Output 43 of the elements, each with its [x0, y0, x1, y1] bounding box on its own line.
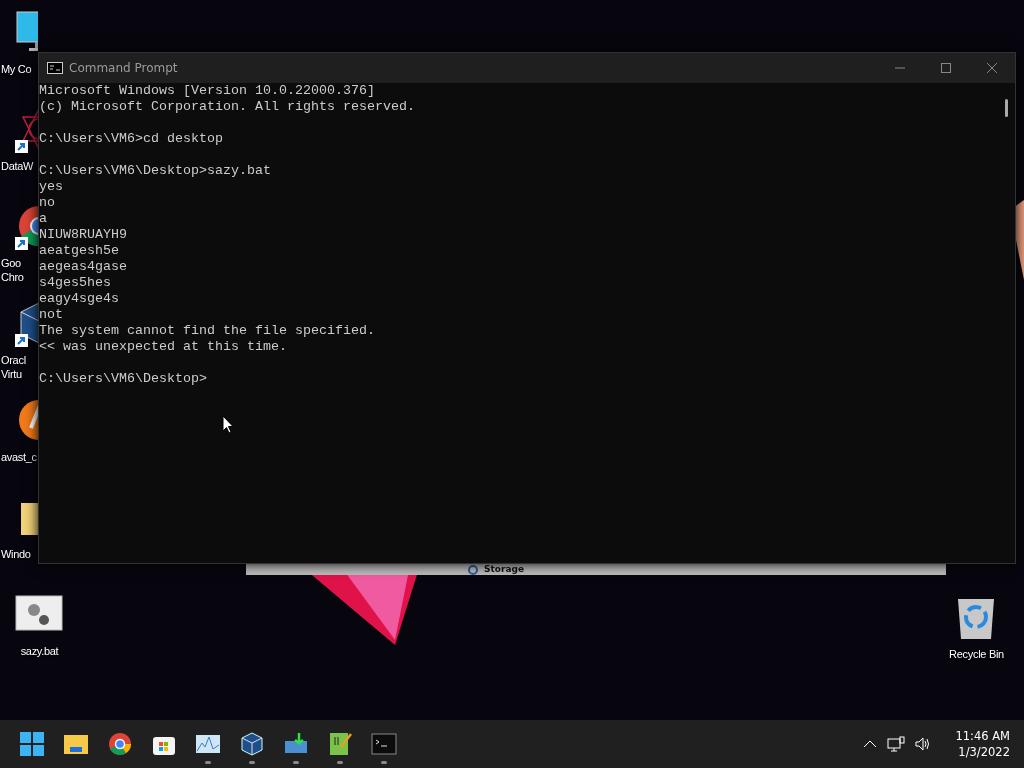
console-line: aeatgesh5e	[39, 243, 120, 259]
console-line: The system cannot find the file specified.	[39, 323, 376, 339]
icon-label: My Co	[0, 62, 32, 76]
icon-label: Chro	[0, 270, 24, 284]
icon-label: Windo	[0, 547, 31, 561]
icon-label: Virtu	[0, 367, 22, 381]
chrome-icon	[107, 731, 133, 757]
cube-icon	[239, 731, 265, 757]
clock-date[interactable]: 1/3/2022	[958, 744, 1010, 760]
console-line: eagy4sge4s	[39, 291, 120, 307]
console-line: C:\Users\VM6>cd desktop	[39, 131, 224, 147]
icon-label: Oracl	[0, 353, 26, 367]
console-line: (c) Microsoft Corporation. All rights reserved.	[39, 99, 416, 115]
console-line: << was unexpected at this time.	[39, 339, 288, 355]
clock-time[interactable]: 11:46 AM	[955, 728, 1010, 744]
icon-label: DataW	[0, 159, 34, 173]
windows-logo-icon	[19, 731, 45, 757]
maximize-icon	[941, 63, 951, 73]
icon-label: Goo	[0, 256, 21, 270]
console-line: C:\Users\VM6\Desktop>	[39, 371, 208, 387]
icon-label: sazy.bat	[19, 644, 59, 658]
console-line: no	[39, 195, 56, 211]
console-line: Microsoft Windows [Version 10.0.22000.376]	[39, 83, 376, 99]
terminal-icon	[47, 62, 63, 74]
console-line: s4ges5hes	[39, 275, 112, 291]
console-line: C:\Users\VM6\Desktop>sazy.bat	[39, 163, 272, 179]
console-line: a	[39, 211, 48, 227]
terminal-icon	[371, 731, 397, 757]
window-title: Command Prompt	[69, 61, 179, 75]
console-line: aegeas4gase	[39, 259, 128, 275]
close-icon	[987, 63, 997, 73]
console-line: not	[39, 307, 64, 323]
console-line: NIUW8RUAYH9	[39, 227, 128, 243]
icon-label: avast_c	[0, 450, 37, 464]
console-line: yes	[39, 179, 64, 195]
notepad-icon	[327, 731, 353, 757]
network-icon[interactable]	[887, 736, 906, 752]
window-title: Storage	[484, 564, 525, 575]
speaker-icon[interactable]	[915, 737, 932, 751]
scrollbar-thumb[interactable]	[1005, 99, 1008, 117]
chevron-up-icon[interactable]	[863, 740, 878, 748]
mouse-pointer-icon	[222, 415, 234, 434]
icon-label: Recycle Bin	[948, 647, 1004, 661]
